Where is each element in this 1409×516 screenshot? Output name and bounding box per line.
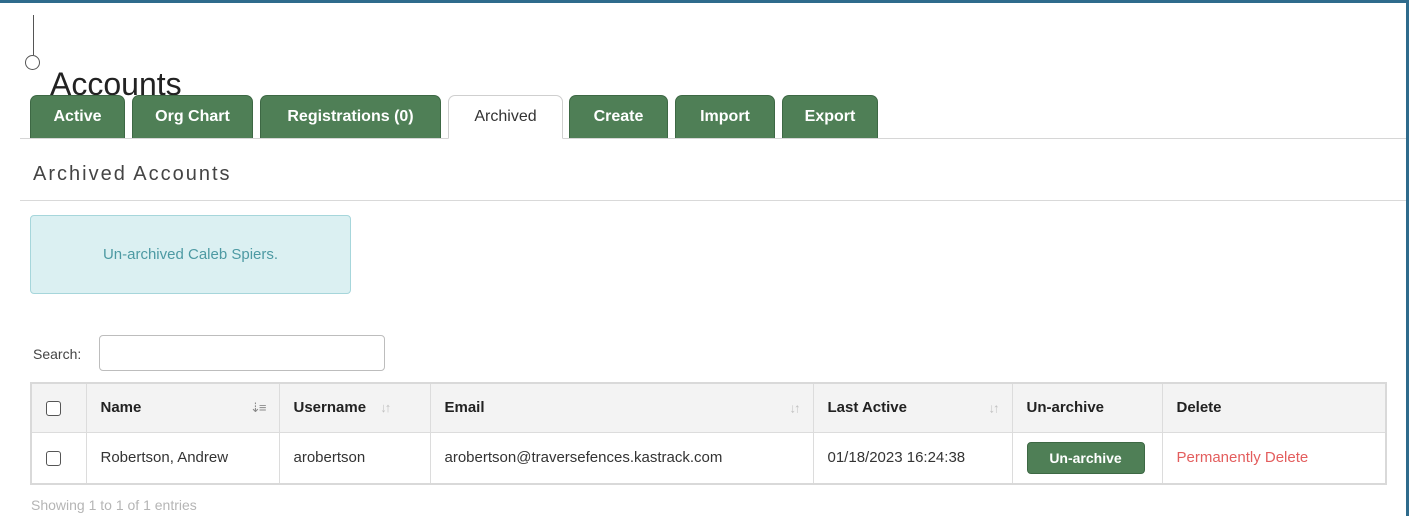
unarchive-button[interactable]: Un-archive — [1026, 441, 1145, 474]
sort-amount-down-icon: ⇣≡ — [250, 399, 267, 415]
tab-active[interactable]: Active — [30, 95, 125, 138]
select-all-checkbox[interactable] — [46, 400, 61, 416]
cell-username: arobertson — [278, 431, 431, 485]
tab-create[interactable]: Create — [569, 95, 668, 138]
row-select-cell — [30, 431, 87, 485]
permanently-delete-link[interactable]: Permanently Delete — [1177, 449, 1309, 466]
tab-archived[interactable]: Archived — [448, 95, 563, 139]
cell-unarchive: Un-archive — [1011, 431, 1163, 485]
row-checkbox[interactable] — [46, 450, 61, 466]
table-header-row: Name ⇣≡ Username ↓↑ Email ↓↑ Last Active… — [30, 382, 1387, 433]
column-header-last-active-label: Last Active — [827, 399, 907, 417]
select-all-header — [30, 382, 87, 433]
tab-registrations[interactable]: Registrations (0) — [260, 95, 441, 138]
tab-import[interactable]: Import — [675, 95, 775, 138]
tab-baseline — [20, 138, 1406, 139]
column-header-username-label: Username — [293, 399, 367, 417]
column-header-delete: Delete — [1161, 382, 1387, 433]
column-header-email[interactable]: Email ↓↑ — [429, 382, 814, 433]
tab-bar: Active Org Chart Registrations (0) Archi… — [30, 95, 1400, 139]
column-header-username[interactable]: Username ↓↑ — [278, 382, 431, 433]
search-input[interactable] — [99, 335, 385, 371]
sort-icon: ↓↑ — [789, 400, 801, 416]
cell-delete: Permanently Delete — [1161, 431, 1387, 485]
cell-name: Robertson, Andrew — [85, 431, 280, 485]
archived-accounts-table: Name ⇣≡ Username ↓↑ Email ↓↑ Last Active… — [30, 382, 1387, 485]
app-frame: Accounts Active Org Chart Registrations … — [0, 0, 1409, 516]
alert-message: Un-archived Caleb Spiers. — [102, 246, 279, 263]
sort-icon: ↓↑ — [380, 400, 391, 416]
cell-last-active: 01/18/2023 16:24:38 — [812, 431, 1013, 485]
section-divider — [20, 200, 1406, 201]
sort-icon: ↓↑ — [988, 400, 1000, 416]
tab-export[interactable]: Export — [782, 95, 878, 138]
table-row: Robertson, Andrew arobertson arobertson@… — [30, 431, 1387, 485]
column-header-email-label: Email — [444, 399, 485, 417]
connector-node-icon — [25, 55, 40, 70]
column-header-name[interactable]: Name ⇣≡ — [85, 382, 280, 433]
tab-org-chart[interactable]: Org Chart — [132, 95, 253, 138]
cell-email: arobertson@traversefences.kastrack.com — [429, 431, 814, 485]
column-header-unarchive: Un-archive — [1011, 382, 1163, 433]
column-header-last-active[interactable]: Last Active ↓↑ — [812, 382, 1013, 433]
search-label: Search: — [33, 346, 82, 362]
table-info: Showing 1 to 1 of 1 entries — [31, 497, 197, 513]
section-title: Archived Accounts — [33, 163, 232, 185]
connector-line — [33, 15, 34, 55]
info-alert: Un-archived Caleb Spiers. — [30, 215, 351, 294]
column-header-name-label: Name — [100, 399, 142, 417]
